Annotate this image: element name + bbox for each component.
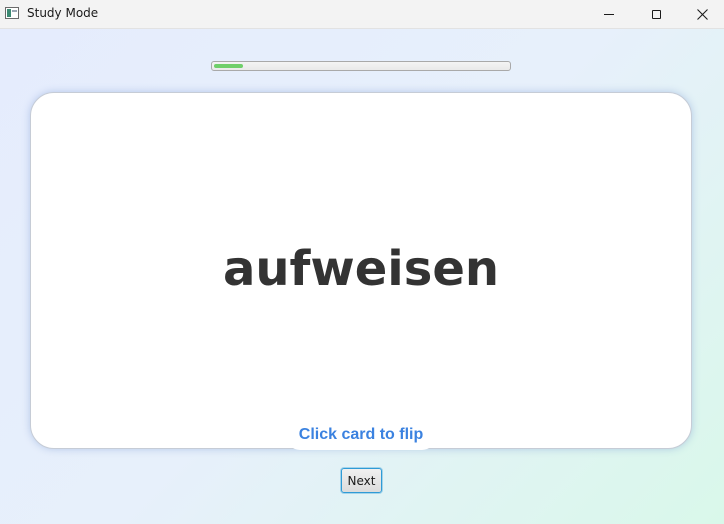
study-progress-bar: [211, 61, 511, 71]
flip-hint-label: Click card to flip: [286, 422, 436, 450]
app-icon-bar: [7, 9, 11, 17]
window-title: Study Mode: [27, 6, 99, 20]
study-progress-fill: [214, 64, 243, 68]
maximize-button[interactable]: [633, 0, 679, 28]
next-button[interactable]: Next: [341, 468, 382, 493]
flash-card[interactable]: aufweisen: [30, 92, 692, 449]
app-window-icon: [5, 7, 19, 19]
maximize-icon: [651, 9, 661, 19]
close-button[interactable]: [679, 0, 724, 28]
minimize-button[interactable]: [586, 0, 632, 28]
title-bar: Study Mode: [0, 0, 724, 29]
card-word: aufweisen: [222, 241, 500, 297]
app-icon-stripe: [12, 10, 17, 12]
minimize-icon: [604, 13, 614, 15]
close-icon: [696, 8, 708, 20]
